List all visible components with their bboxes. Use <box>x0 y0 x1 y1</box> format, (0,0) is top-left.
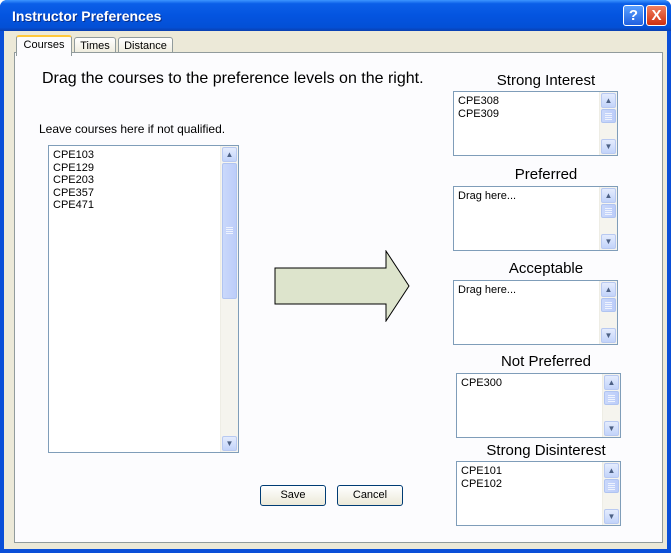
list-item[interactable]: CPE103 <box>53 149 94 162</box>
acceptable-items: Drag here... <box>458 284 516 297</box>
scroll-thumb[interactable] <box>601 298 616 312</box>
preferred-heading: Preferred <box>514 166 578 183</box>
scrollbar[interactable]: ▲ ▼ <box>602 462 620 525</box>
instructions-text: Drag the courses to the preference level… <box>42 70 424 87</box>
scroll-thumb[interactable] <box>222 163 237 299</box>
scrollbar[interactable]: ▲ ▼ <box>602 374 620 437</box>
scroll-down-icon[interactable]: ▼ <box>601 234 616 249</box>
acceptable-heading: Acceptable <box>508 260 584 277</box>
scroll-up-icon[interactable]: ▲ <box>604 375 619 390</box>
drop-placeholder: Drag here... <box>458 284 517 296</box>
list-item[interactable]: CPE101 <box>461 465 502 478</box>
not-preferred-items: CPE300 <box>461 377 502 390</box>
list-item[interactable]: CPE357 <box>53 187 94 200</box>
list-item[interactable]: CPE102 <box>461 478 502 491</box>
courses-tab-panel: Drag the courses to the preference level… <box>14 52 663 543</box>
grip-icon <box>608 395 615 396</box>
strong-interest-items: CPE308 CPE309 <box>458 95 499 120</box>
not-preferred-heading: Not Preferred <box>500 353 592 370</box>
preferred-list[interactable]: Drag here... ▲ ▼ <box>453 186 618 251</box>
strong-disinterest-list[interactable]: CPE101 CPE102 ▲ ▼ <box>456 461 621 526</box>
unassigned-label: Leave courses here if not qualified. <box>39 122 226 136</box>
scroll-up-icon[interactable]: ▲ <box>222 147 237 162</box>
cancel-button[interactable]: Cancel <box>337 485 403 506</box>
help-button[interactable]: ? <box>623 5 644 26</box>
list-item[interactable]: CPE300 <box>461 377 502 390</box>
grip-icon <box>608 483 615 484</box>
scrollbar[interactable]: ▲ ▼ <box>220 146 238 452</box>
list-item[interactable]: CPE308 <box>458 95 499 108</box>
strong-interest-list[interactable]: CPE308 CPE309 ▲ ▼ <box>453 91 618 156</box>
scroll-thumb[interactable] <box>604 479 619 493</box>
scroll-up-icon[interactable]: ▲ <box>604 463 619 478</box>
grip-icon <box>226 227 233 228</box>
grip-icon <box>605 302 612 303</box>
not-preferred-list[interactable]: CPE300 ▲ ▼ <box>456 373 621 438</box>
list-item[interactable]: CPE309 <box>458 108 499 121</box>
scrollbar[interactable]: ▲ ▼ <box>599 92 617 155</box>
list-item[interactable]: CPE203 <box>53 174 94 187</box>
preferred-items: Drag here... <box>458 190 516 203</box>
scroll-down-icon[interactable]: ▼ <box>222 436 237 451</box>
scroll-up-icon[interactable]: ▲ <box>601 282 616 297</box>
scroll-down-icon[interactable]: ▼ <box>601 139 616 154</box>
scroll-down-icon[interactable]: ▼ <box>601 328 616 343</box>
tab-courses[interactable]: Courses <box>16 35 72 56</box>
acceptable-list[interactable]: Drag here... ▲ ▼ <box>453 280 618 345</box>
strong-interest-heading: Strong Interest <box>496 72 596 89</box>
list-item[interactable]: CPE471 <box>53 199 94 212</box>
unassigned-items: CPE103 CPE129 CPE203 CPE357 CPE471 <box>53 149 94 212</box>
scroll-thumb[interactable] <box>604 391 619 405</box>
scroll-up-icon[interactable]: ▲ <box>601 93 616 108</box>
scroll-down-icon[interactable]: ▼ <box>604 509 619 524</box>
scrollbar[interactable]: ▲ ▼ <box>599 281 617 344</box>
list-item[interactable]: CPE129 <box>53 162 94 175</box>
right-arrow-icon <box>274 250 410 322</box>
dialog-client: Courses Times Distance Drag the courses … <box>4 31 667 549</box>
dialog-window: Instructor Preferences ? X Courses Times… <box>0 0 671 553</box>
scroll-thumb[interactable] <box>601 204 616 218</box>
scroll-thumb[interactable] <box>601 109 616 123</box>
close-button[interactable]: X <box>646 5 667 26</box>
strong-disinterest-heading: Strong Disinterest <box>486 442 606 459</box>
grip-icon <box>605 113 612 114</box>
scroll-down-icon[interactable]: ▼ <box>604 421 619 436</box>
grip-icon <box>605 208 612 209</box>
title-bar[interactable]: Instructor Preferences ? X <box>0 0 671 31</box>
unassigned-course-list[interactable]: CPE103 CPE129 CPE203 CPE357 CPE471 ▲ ▼ <box>48 145 239 453</box>
window-title: Instructor Preferences <box>12 8 162 24</box>
save-button[interactable]: Save <box>260 485 326 506</box>
scrollbar[interactable]: ▲ ▼ <box>599 187 617 250</box>
drop-placeholder: Drag here... <box>458 190 517 202</box>
scroll-up-icon[interactable]: ▲ <box>601 188 616 203</box>
strong-disinterest-items: CPE101 CPE102 <box>461 465 502 490</box>
